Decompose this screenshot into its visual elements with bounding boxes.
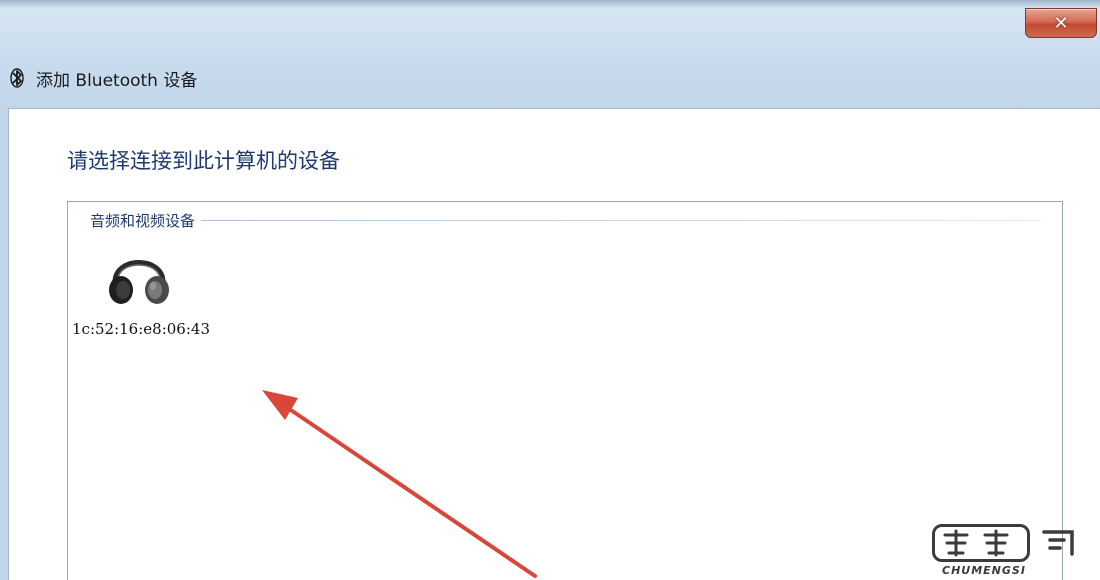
group-header: 音频和视频设备: [90, 210, 1040, 231]
close-button[interactable]: ✕: [1025, 8, 1097, 38]
group-label-audio-video: 音频和视频设备: [90, 212, 196, 230]
device-item[interactable]: 1c:52:16:e8:06:43: [72, 242, 222, 342]
window-frame: [0, 0, 1100, 8]
watermark-text: CHUMENGSI: [942, 564, 1026, 577]
close-icon: ✕: [1053, 12, 1069, 34]
device-name: 1c:52:16:e8:06:43: [72, 320, 210, 338]
page-title: 请选择连接到此计算机的设备: [67, 149, 340, 173]
headphones-icon: [106, 242, 172, 308]
window-title: 添加 Bluetooth 设备: [36, 70, 198, 91]
group-divider: [201, 220, 1040, 221]
dialog-content: 请选择连接到此计算机的设备 音频和视频设备 1c:52:16:e8:06:43: [8, 108, 1100, 580]
watermark-badge: [932, 524, 1030, 562]
watermark-logo: CHUMENGSI: [928, 520, 1093, 578]
title-bar: 添加 Bluetooth 设备: [0, 52, 1100, 104]
add-bluetooth-device-window: ✕ 添加 Bluetooth 设备 请选择连接到此计算机的设备 音频和视频设备: [0, 0, 1100, 580]
bluetooth-icon: [10, 68, 24, 88]
device-list[interactable]: 音频和视频设备 1c:52:16:e8:06:43: [67, 201, 1063, 580]
